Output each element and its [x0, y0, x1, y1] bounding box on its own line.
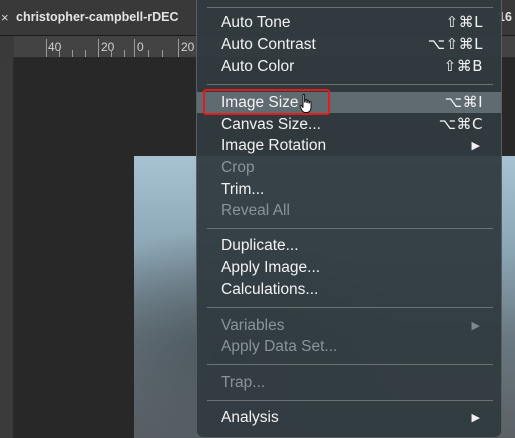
- ruler-tick: [178, 39, 179, 57]
- ruler-tick: [98, 39, 99, 57]
- menu-item-label: Duplicate...: [221, 237, 299, 254]
- ruler-tick: [59, 50, 60, 57]
- menu-item-shortcut: ⌥⌘C: [438, 115, 483, 133]
- submenu-arrow-icon: ▶: [471, 319, 480, 332]
- ruler-tick: [134, 39, 135, 57]
- submenu-arrow-icon: ▶: [471, 411, 480, 424]
- menu-item-duplicate[interactable]: Duplicate...: [197, 235, 501, 256]
- menu-item-label: Canvas Size...: [221, 116, 321, 133]
- menu-item-label: Crop: [221, 159, 255, 176]
- menu-separator: [207, 307, 493, 308]
- menu-item-label: Trim...: [221, 181, 265, 198]
- menu-separator: [207, 400, 493, 401]
- ruler-tick: [162, 50, 163, 57]
- menu-separator: [207, 228, 493, 229]
- ruler-tick: [124, 50, 125, 57]
- ruler-tick: [111, 50, 112, 57]
- menu-item-label: Reveal All: [221, 202, 290, 219]
- ruler-tick: [148, 50, 149, 57]
- menu-item-label: Auto Tone: [221, 14, 291, 31]
- menu-item-apply-image[interactable]: Apply Image...: [197, 257, 501, 278]
- menu-separator: [207, 7, 493, 8]
- menu-item-shortcut: ⌥⌘I: [444, 93, 483, 111]
- menu-item-shortcut: ⇧⌘B: [443, 57, 483, 75]
- ruler-tick: [72, 50, 73, 57]
- menu-item-auto-contrast[interactable]: Auto Contrast ⌥⇧⌘L: [197, 34, 501, 55]
- menu-item-label: Auto Contrast: [221, 36, 316, 53]
- menu-item-label: Analysis: [221, 409, 279, 426]
- menu-item-label: Apply Image...: [221, 259, 321, 276]
- menu-item-calculations[interactable]: Calculations...: [197, 279, 501, 300]
- ruler-label: 0: [137, 40, 144, 54]
- menu-item-label: Calculations...: [221, 281, 319, 298]
- menu-separator: [207, 364, 493, 365]
- menu-item-trim[interactable]: Trim...: [197, 179, 501, 200]
- submenu-arrow-icon: ▶: [471, 139, 480, 152]
- ruler-corner: [0, 36, 14, 58]
- ruler-tick: [46, 39, 47, 57]
- ruler-label: 20: [181, 40, 195, 54]
- menu-item-auto-tone[interactable]: Auto Tone ⇧⌘L: [197, 12, 501, 33]
- menu-item-label: Apply Data Set...: [221, 338, 338, 355]
- menu-item-canvas-size[interactable]: Canvas Size... ⌥⌘C: [197, 114, 501, 135]
- menu-item-auto-color[interactable]: Auto Color ⇧⌘B: [197, 56, 501, 77]
- ruler-label: 20: [101, 40, 115, 54]
- menu-item-shortcut: ⌥⇧⌘L: [427, 35, 483, 53]
- menu-item-crop[interactable]: Crop: [197, 157, 501, 178]
- document-tab-title[interactable]: christopher-campbell-rDEC: [16, 10, 179, 24]
- menu-separator: [207, 84, 493, 85]
- menu-item-reveal-all[interactable]: Reveal All: [197, 200, 501, 221]
- menu-item-label: Variables: [221, 317, 285, 334]
- hand-cursor-icon: [299, 94, 312, 113]
- menu-item-shortcut: ⇧⌘L: [445, 13, 483, 31]
- vertical-ruler[interactable]: [0, 58, 14, 438]
- image-menu: Auto Tone ⇧⌘L Auto Contrast ⌥⇧⌘L Auto Co…: [196, 0, 502, 438]
- menu-item-label: Auto Color: [221, 58, 295, 75]
- menu-item-variables[interactable]: Variables ▶: [197, 315, 501, 336]
- close-tab-icon[interactable]: ×: [1, 11, 13, 25]
- menu-item-trap[interactable]: Trap...: [197, 372, 501, 393]
- menu-item-label: Trap...: [221, 374, 266, 391]
- ruler-tick: [85, 50, 86, 57]
- menu-item-apply-data-set[interactable]: Apply Data Set...: [197, 336, 501, 357]
- menu-item-image-rotation[interactable]: Image Rotation ▶: [197, 135, 501, 156]
- menu-item-analysis[interactable]: Analysis ▶: [197, 407, 501, 428]
- menu-item-label: Image Rotation: [221, 137, 327, 154]
